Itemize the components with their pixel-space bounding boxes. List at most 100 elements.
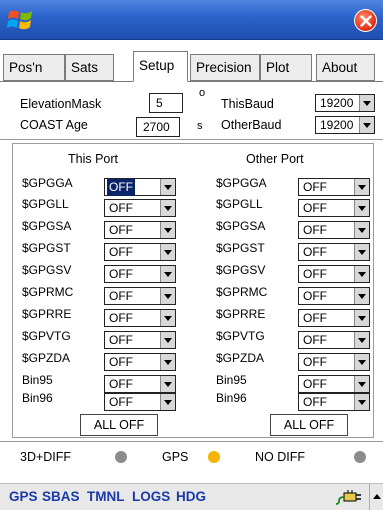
other-port-sentence-value: OFF — [303, 355, 327, 369]
chevron-down-icon[interactable] — [160, 310, 175, 326]
seconds-unit: s — [197, 120, 203, 132]
tab-about[interactable]: About — [316, 54, 375, 81]
other-port-sentence-select[interactable]: OFF — [298, 178, 370, 196]
this-port-sentence-select[interactable]: OFF — [104, 287, 176, 305]
chevron-down-icon[interactable] — [354, 244, 369, 260]
other-port-row-label: Bin96 — [216, 391, 247, 405]
chevron-down-icon[interactable] — [160, 332, 175, 348]
section-divider — [0, 139, 383, 140]
other-port-sentence-value: OFF — [303, 267, 327, 281]
menu-sbas[interactable]: SBAS — [42, 489, 80, 504]
other-port-sentence-select[interactable]: OFF — [298, 199, 370, 217]
this-port-all-off-button[interactable]: ALL OFF — [80, 414, 158, 436]
other-port-sentence-select[interactable]: OFF — [298, 221, 370, 239]
chevron-down-icon[interactable] — [160, 354, 175, 370]
status-divider — [0, 441, 383, 442]
this-port-sentence-select[interactable]: OFF — [104, 309, 176, 327]
other-port-sentence-select[interactable]: OFF — [298, 393, 370, 411]
chevron-down-icon[interactable] — [160, 200, 175, 216]
other-port-sentence-value: OFF — [303, 245, 327, 259]
this-port-sentence-value: OFF — [109, 311, 133, 325]
chevron-down-icon[interactable] — [160, 244, 175, 260]
chevron-down-icon[interactable] — [359, 95, 374, 111]
chevron-down-icon[interactable] — [354, 394, 369, 410]
title-bar — [0, 0, 383, 40]
other-port-sentence-value: OFF — [303, 201, 327, 215]
close-button[interactable] — [354, 9, 377, 32]
this-port-row-label: $GPZDA — [22, 351, 71, 365]
elevation-mask-input[interactable]: 5 — [149, 93, 183, 113]
tab-posn[interactable]: Pos'n — [3, 54, 65, 81]
tab-sats[interactable]: Sats — [65, 54, 114, 81]
chevron-down-icon[interactable] — [354, 376, 369, 392]
this-port-row-label: $GPGGA — [22, 176, 73, 190]
gps-status-led — [208, 451, 220, 463]
other-port-sentence-select[interactable]: OFF — [298, 309, 370, 327]
chevron-down-icon[interactable] — [160, 179, 175, 195]
other-port-row-label: $GPGST — [216, 241, 265, 255]
other-port-all-off-button[interactable]: ALL OFF — [270, 414, 348, 436]
coast-age-label: COAST Age — [20, 118, 88, 132]
chevron-down-icon[interactable] — [160, 222, 175, 238]
chevron-down-icon[interactable] — [354, 179, 369, 195]
menu-logs[interactable]: LOGS — [132, 489, 170, 504]
other-port-sentence-select[interactable]: OFF — [298, 287, 370, 305]
other-port-row-label: Bin95 — [216, 373, 247, 387]
close-icon — [360, 15, 372, 27]
this-port-sentence-select[interactable]: OFF — [104, 353, 176, 371]
chevron-down-icon[interactable] — [354, 310, 369, 326]
chevron-down-icon[interactable] — [354, 288, 369, 304]
menu-tmnl[interactable]: TMNL — [87, 489, 125, 504]
chevron-down-icon[interactable] — [160, 288, 175, 304]
diff-status-led — [115, 451, 127, 463]
this-port-sentence-select[interactable]: OFF — [104, 375, 176, 393]
other-port-sentence-value: OFF — [303, 377, 327, 391]
no-diff-label: NO DIFF — [255, 450, 305, 464]
coast-age-input[interactable]: 2700 — [136, 117, 180, 137]
other-port-sentence-select[interactable]: OFF — [298, 353, 370, 371]
other-port-sentence-select[interactable]: OFF — [298, 375, 370, 393]
menu-hdg[interactable]: HDG — [176, 489, 206, 504]
other-port-sentence-value: OFF — [303, 289, 327, 303]
tab-plot[interactable]: Plot — [260, 54, 312, 81]
other-port-sentence-value: OFF — [303, 180, 327, 194]
this-port-sentence-select[interactable]: OFF — [104, 178, 176, 196]
chevron-down-icon[interactable] — [354, 200, 369, 216]
other-port-row-label: $GPRRE — [216, 307, 266, 321]
this-port-sentence-select[interactable]: OFF — [104, 199, 176, 217]
chevron-down-icon[interactable] — [354, 354, 369, 370]
this-port-sentence-select[interactable]: OFF — [104, 221, 176, 239]
windows-logo-icon[interactable] — [7, 7, 35, 33]
this-port-row-label: $GPGSA — [22, 219, 72, 233]
this-port-sentence-value: OFF — [109, 267, 133, 281]
other-port-sentence-select[interactable]: OFF — [298, 265, 370, 283]
this-port-sentence-select[interactable]: OFF — [104, 243, 176, 261]
this-baud-select[interactable]: 19200 — [315, 94, 375, 112]
other-port-sentence-select[interactable]: OFF — [298, 243, 370, 261]
other-baud-select[interactable]: 19200 — [315, 116, 375, 134]
chevron-down-icon[interactable] — [160, 394, 175, 410]
chevron-down-icon[interactable] — [354, 266, 369, 282]
tab-precision[interactable]: Precision — [190, 54, 260, 81]
chevron-down-icon[interactable] — [354, 332, 369, 348]
other-port-sentence-value: OFF — [303, 395, 327, 409]
this-port-sentence-select[interactable]: OFF — [104, 265, 176, 283]
this-port-row-label: $GPRMC — [22, 285, 74, 299]
chevron-down-icon[interactable] — [160, 266, 175, 282]
this-port-sentence-select[interactable]: OFF — [104, 331, 176, 349]
menu-gps[interactable]: GPS — [9, 489, 38, 504]
other-port-row-label: $GPGGA — [216, 176, 267, 190]
this-port-sentence-select[interactable]: OFF — [104, 393, 176, 411]
other-port-sentence-select[interactable]: OFF — [298, 331, 370, 349]
tab-setup[interactable]: Setup — [133, 51, 188, 82]
chevron-down-icon[interactable] — [359, 117, 374, 133]
chevron-down-icon[interactable] — [160, 376, 175, 392]
this-port-row-label: Bin95 — [22, 373, 53, 387]
chevron-down-icon[interactable] — [354, 222, 369, 238]
scroll-up-button[interactable] — [369, 484, 383, 510]
other-port-sentence-value: OFF — [303, 333, 327, 347]
this-baud-label: ThisBaud — [221, 97, 274, 111]
this-baud-value: 19200 — [320, 96, 354, 110]
power-plug-icon[interactable] — [335, 488, 363, 506]
other-port-title: Other Port — [246, 152, 304, 166]
